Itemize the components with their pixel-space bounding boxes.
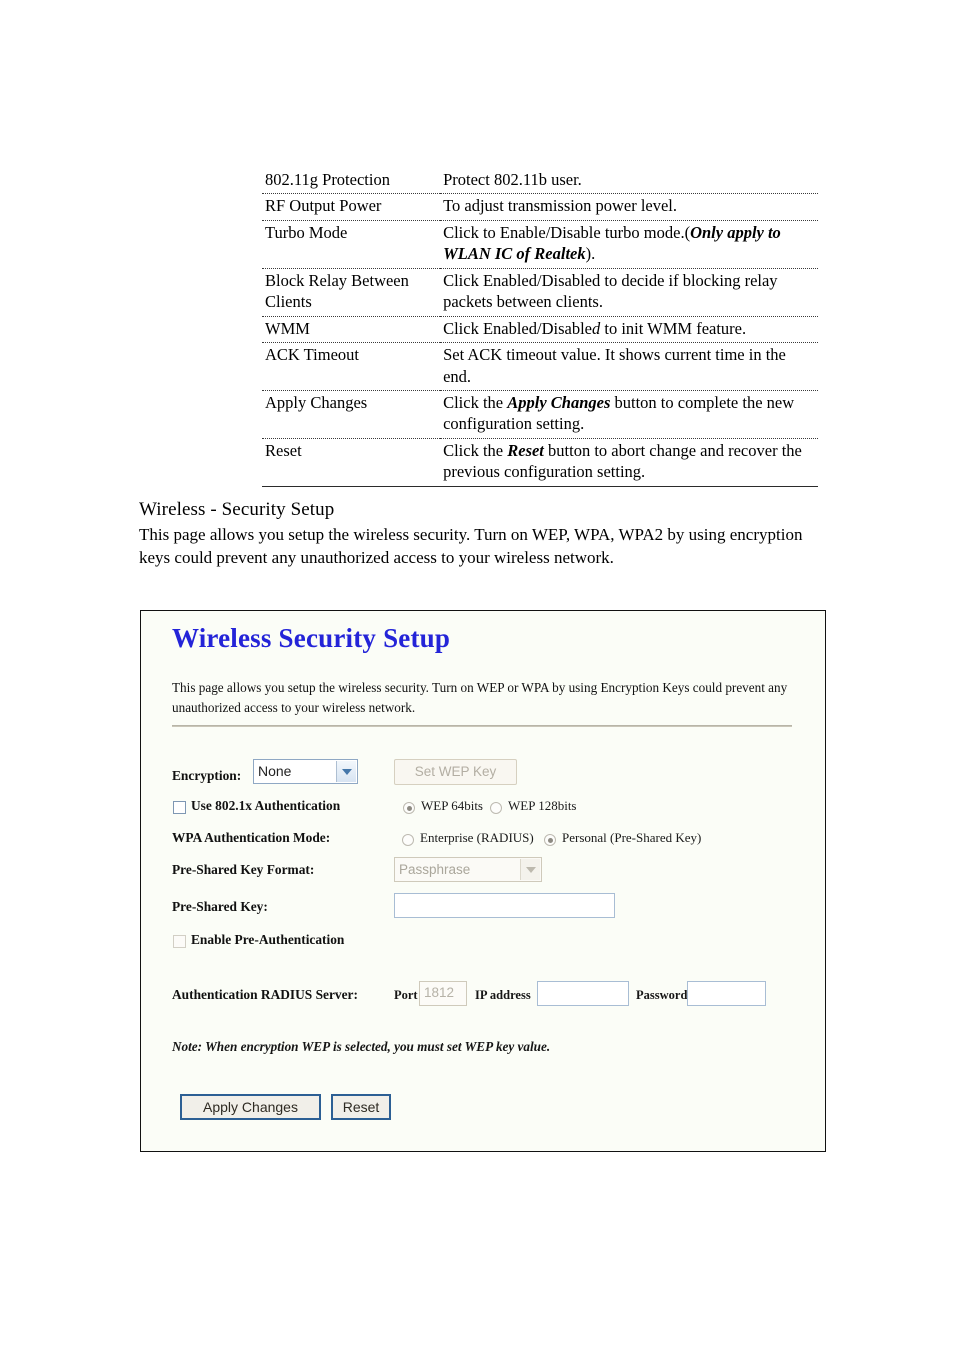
table-cell-description: Click Enabled/Disabled to init WMM featu…	[440, 316, 818, 344]
radius-port-input[interactable]: 1812	[419, 981, 467, 1006]
table-cell-setting-name: Block Relay Between Clients	[262, 268, 441, 317]
encryption-label: Encryption:	[172, 768, 242, 783]
psk-format-select-value: Passphrase	[399, 862, 471, 877]
set-wep-key-button[interactable]: Set WEP Key	[394, 759, 517, 785]
table-row: Reset Click the Reset button to abort cha…	[262, 438, 818, 487]
wep-note: Note: When encryption WEP is selected, y…	[172, 1039, 551, 1054]
radius-password-label: Password	[636, 988, 688, 1002]
encryption-select[interactable]: None	[253, 759, 358, 784]
use-8021x-checkbox[interactable]	[173, 801, 186, 814]
radius-port-label: Port	[394, 988, 418, 1002]
psk-format-label: Pre-Shared Key Format:	[172, 862, 315, 877]
enable-preauth-checkbox[interactable]	[173, 935, 186, 948]
panel-description: This page allows you setup the wireless …	[172, 680, 788, 716]
panel-divider	[172, 725, 792, 727]
psk-input[interactable]	[394, 893, 615, 918]
table-cell-description: Protect 802.11b user.	[440, 168, 818, 195]
table-cell-description: Click the Apply Changes button to comple…	[440, 390, 818, 439]
table-cell-description: Click the Reset button to abort change a…	[440, 438, 818, 487]
psk-label: Pre-Shared Key:	[172, 899, 268, 914]
panel-title: Wireless Security Setup	[172, 623, 451, 653]
wpa-enterprise-label: Enterprise (RADIUS)	[420, 830, 534, 845]
radius-server-label: Authentication RADIUS Server:	[172, 987, 358, 1002]
enable-preauth-label: Enable Pre-Authentication	[191, 932, 345, 947]
wep-128bits-radio[interactable]	[490, 802, 502, 814]
use-8021x-label: Use 802.1x Authentication	[191, 798, 341, 813]
table-cell-setting-name: Turbo Mode	[262, 220, 441, 269]
chevron-down-icon	[520, 859, 540, 880]
radius-password-input[interactable]	[687, 981, 766, 1006]
table-cell-setting-name: ACK Timeout	[262, 342, 441, 391]
radius-ip-input[interactable]	[537, 981, 629, 1006]
wep-128bits-label: WEP 128bits	[508, 798, 577, 813]
table-row: Turbo Mode Click to Enable/Disable turbo …	[262, 220, 818, 269]
table-cell-setting-name: Apply Changes	[262, 390, 441, 439]
reset-button[interactable]: Reset	[331, 1094, 391, 1120]
table-cell-setting-name: 802.11g Protection	[262, 168, 441, 195]
wpa-personal-label: Personal (Pre-Shared Key)	[562, 830, 702, 845]
settings-reference-table: 802.11g Protection Protect 802.11b user. R…	[262, 168, 818, 487]
table-row: WMM Click Enabled/Disabled to init WMM fe…	[262, 316, 818, 344]
encryption-select-value: None	[258, 763, 292, 779]
table-cell-description: Click to Enable/Disable turbo mode.(Only…	[440, 220, 818, 269]
table-cell-setting-name: WMM	[262, 316, 441, 344]
wep-64bits-label: WEP 64bits	[421, 798, 483, 813]
table-cell-description: Click Enabled/Disabled to decide if bloc…	[440, 268, 818, 317]
page-section-intro: This page allows you setup the wireless …	[139, 525, 803, 568]
table-row: RF Output Power To adjust transmission po…	[262, 193, 818, 221]
table-row: Block Relay Between Clients Click Enabled…	[262, 268, 818, 317]
table-cell-setting-name: Reset	[262, 438, 441, 487]
chevron-down-icon	[336, 761, 356, 782]
wep-64bits-radio[interactable]	[403, 802, 415, 814]
table-row: ACK Timeout Set ACK timeout value. It sho…	[262, 342, 818, 391]
page-section-heading: Wireless - Security Setup	[139, 499, 335, 520]
table-body: 802.11g Protection Protect 802.11b user. R…	[262, 168, 818, 487]
wpa-auth-mode-label: WPA Authentication Mode:	[172, 830, 331, 845]
radius-ip-label: IP address	[475, 988, 531, 1002]
table-cell-setting-name: RF Output Power	[262, 193, 441, 221]
wireless-security-setup-screenshot: Wireless Security Setup This page allows…	[140, 610, 826, 1152]
wpa-personal-radio[interactable]	[544, 834, 556, 846]
table-row: Apply Changes Click the Apply Changes but…	[262, 390, 818, 439]
table-cell-description: To adjust transmission power level.	[440, 193, 818, 221]
wpa-enterprise-radio[interactable]	[402, 834, 414, 846]
psk-format-select[interactable]: Passphrase	[394, 857, 542, 882]
table-row: 802.11g Protection Protect 802.11b user.	[262, 168, 818, 195]
table-cell-description: Set ACK timeout value. It shows current …	[440, 342, 818, 391]
apply-changes-button[interactable]: Apply Changes	[180, 1094, 321, 1120]
